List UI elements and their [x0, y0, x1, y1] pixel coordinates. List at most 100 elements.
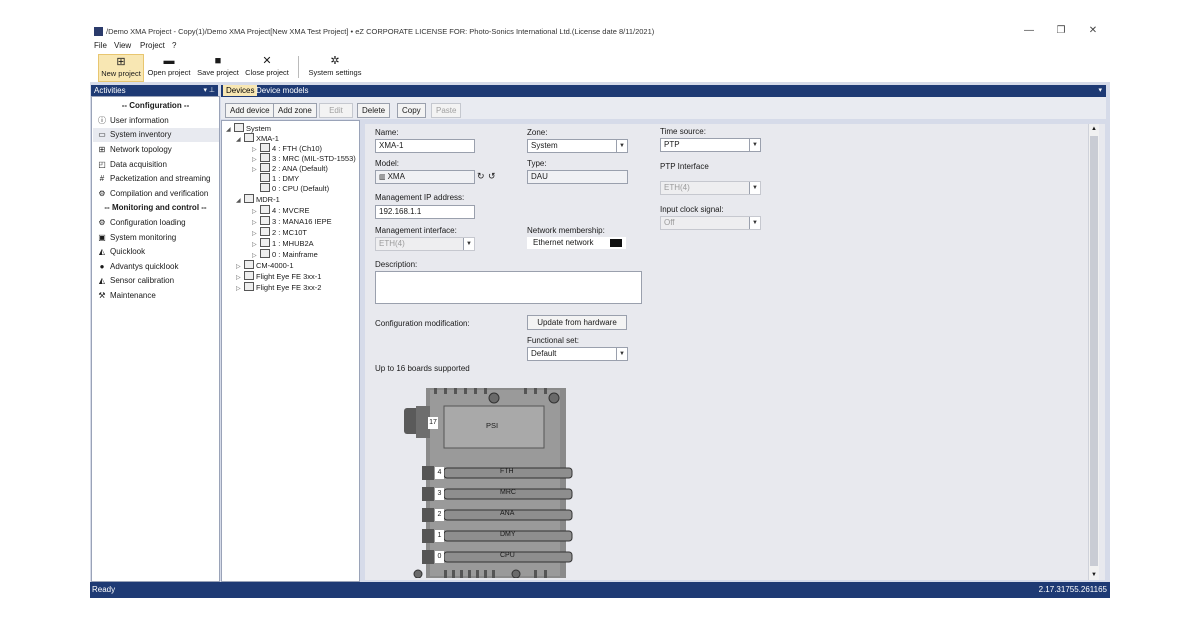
nav-configuration-loading[interactable]: ⚙ Configuration loading [97, 216, 185, 230]
nav-label: Packetization and streaming [110, 174, 211, 183]
menu-help[interactable]: ? [172, 41, 176, 50]
time-source-select[interactable]: PTP ▼ [660, 138, 761, 152]
slot-board-label[interactable]: FTH [500, 468, 514, 475]
open-project-button[interactable]: ▬ Open project [145, 54, 193, 80]
tree-label: System [246, 124, 272, 133]
menu-view[interactable]: View [114, 41, 131, 50]
device-toolbar: Add device Add zone Edit Delete Copy Pas… [221, 97, 1106, 119]
zone-select[interactable]: System ▼ [527, 139, 628, 153]
board-icon [260, 205, 270, 214]
collapse-arrow-icon[interactable]: ◢ [236, 196, 244, 206]
collapse-arrow-icon[interactable]: ◢ [226, 125, 234, 135]
slot-board-label[interactable]: MRC [500, 489, 516, 496]
board-icon [260, 249, 270, 258]
nav-label: Maintenance [110, 291, 156, 300]
network-icon: ⊞ [98, 145, 106, 154]
tree-node-mdr-slot[interactable]: ▷ 2 : MC10T [252, 227, 307, 237]
advantys-icon: ● [99, 262, 105, 271]
tree-node-mdr-slot[interactable]: ▷ 1 : MHUB2A [252, 238, 314, 248]
tree-node-xma-slot[interactable]: ▷ 4 : FTH (Ch10) [252, 143, 322, 153]
menu-file[interactable]: File [94, 41, 107, 50]
scroll-down-icon[interactable]: ▼ [1090, 572, 1098, 578]
activities-panel: -- Configuration -- ⓘ User information ▭ S… [91, 96, 220, 582]
status-text: Ready [92, 585, 116, 594]
minimize-button[interactable]: — [1018, 25, 1040, 38]
copy-button[interactable]: Copy [397, 103, 426, 118]
name-input[interactable]: XMA-1 [375, 139, 475, 153]
paste-button[interactable]: Paste [431, 103, 462, 118]
nav-data-acquisition[interactable]: ◰ Data acquisition [97, 158, 167, 172]
tree-node-mdr[interactable]: ◢ MDR-1 [236, 194, 280, 204]
expand-arrow-icon[interactable]: ▷ [236, 284, 244, 294]
name-label: Name: [375, 128, 399, 137]
new-project-button[interactable]: ⊞ New project [98, 54, 144, 82]
properties-scrollbar[interactable]: ▲ ▼ [1088, 124, 1099, 580]
description-textarea[interactable] [375, 271, 642, 304]
board-icon [260, 238, 270, 247]
nav-compilation[interactable]: ⚙ Compilation and verification [97, 187, 208, 201]
tree-node-device[interactable]: ▷ Flight Eye FE 3xx-2 [236, 282, 321, 292]
nav-maintenance[interactable]: ⚒ Maintenance [97, 289, 156, 303]
slot-board-label[interactable]: DMY [500, 531, 516, 538]
menu-project[interactable]: Project [140, 41, 165, 50]
board-icon [260, 163, 270, 172]
tree-node-device[interactable]: ▷ Flight Eye FE 3xx-1 [236, 271, 321, 281]
tree-node-xma-slot[interactable]: 0 : CPU (Default) [260, 183, 329, 193]
tab-device-models[interactable]: Device models [253, 85, 311, 96]
tree-node-xma-slot[interactable]: ▷ 3 : MRC (MIL-STD-1553) [252, 153, 356, 163]
add-device-button[interactable]: Add device [225, 103, 275, 118]
tree-node-mdr-slot[interactable]: ▷ 4 : MVCRE [252, 205, 310, 215]
nav-user-information[interactable]: ⓘ User information [97, 114, 169, 128]
close-window-button[interactable]: ✕ [1082, 25, 1104, 38]
sync-icon[interactable]: ↺ [488, 171, 496, 182]
restore-button[interactable]: ❐ [1050, 25, 1072, 38]
scroll-up-icon[interactable]: ▲ [1090, 126, 1098, 132]
save-project-button[interactable]: ■ Save project [195, 54, 241, 80]
scrollbar-thumb[interactable] [1090, 136, 1098, 566]
ptp-interface-select[interactable]: ETH(4) ▼ [660, 181, 761, 195]
devices-header: ▾ [221, 85, 1106, 97]
nav-network-topology[interactable]: ⊞ Network topology [97, 143, 172, 157]
nav-system-monitoring[interactable]: ▣ System monitoring [97, 231, 176, 245]
expand-arrow-icon[interactable]: ▷ [252, 165, 260, 175]
edit-button[interactable]: Edit [319, 103, 353, 118]
input-clock-select[interactable]: Off ▼ [660, 216, 761, 230]
tree-node-xma-slot[interactable]: ▷ 2 : ANA (Default) [252, 163, 328, 173]
network-membership-field[interactable]: Ethernet network [527, 237, 626, 249]
tree-label: 4 : MVCRE [272, 206, 310, 215]
chevron-down-icon: ▼ [749, 217, 760, 229]
tree-node-mdr-slot[interactable]: ▷ 3 : MANA16 IEPE [252, 216, 332, 226]
tree-node-xma[interactable]: ◢ XMA-1 [236, 133, 279, 143]
slot-board-label[interactable]: CPU [500, 552, 515, 559]
tree-node-xma-slot[interactable]: 1 : DMY [260, 173, 299, 183]
panel-menu-icon[interactable]: ▾ [1098, 85, 1102, 97]
close-project-button[interactable]: ✕ Close project [243, 54, 291, 80]
nav-advantys-quicklook[interactable]: ● Advantys quicklook [97, 260, 179, 274]
collapse-arrow-icon[interactable]: ◢ [236, 135, 244, 145]
tree-node-mdr-slot[interactable]: ▷ 0 : Mainframe [252, 249, 318, 259]
nav-system-inventory[interactable]: ▭ System inventory [93, 128, 219, 142]
input-clock-value: Off [664, 218, 675, 227]
new-project-icon: ⊞ [116, 56, 126, 68]
mgmt-iface-select[interactable]: ETH(4) ▼ [375, 237, 475, 251]
application-window: /Demo XMA Project - Copy(1)/Demo XMA Pro… [90, 22, 1110, 598]
psi-board-label[interactable]: PSI [486, 421, 498, 430]
tree-node-system[interactable]: ◢ System [226, 123, 271, 133]
folder-icon: ▬ [163, 55, 175, 67]
slot-board-label[interactable]: ANA [500, 510, 514, 517]
tree-node-device[interactable]: ▷ CM-4000-1 [236, 260, 294, 270]
mgmt-ip-input[interactable]: 192.168.1.1 [375, 205, 475, 219]
functional-set-select[interactable]: Default ▼ [527, 347, 628, 361]
title-bar: /Demo XMA Project - Copy(1)/Demo XMA Pro… [90, 22, 1110, 40]
nav-packetization[interactable]: # Packetization and streaming [97, 172, 211, 186]
delete-button[interactable]: Delete [357, 103, 391, 118]
add-zone-button[interactable]: Add zone [273, 103, 317, 118]
quicklook-icon: ◭ [98, 247, 106, 256]
tree-label: Flight Eye FE 3xx-1 [256, 272, 322, 281]
slot-number: 1 [435, 530, 444, 542]
update-from-hardware-button[interactable]: Update from hardware [527, 315, 627, 330]
system-settings-button[interactable]: ✲ System settings [306, 54, 364, 80]
nav-sensor-calibration[interactable]: ◭ Sensor calibration [97, 274, 174, 288]
nav-quicklook[interactable]: ◭ Quicklook [97, 245, 145, 259]
refresh-icon[interactable]: ↻ [477, 171, 485, 182]
